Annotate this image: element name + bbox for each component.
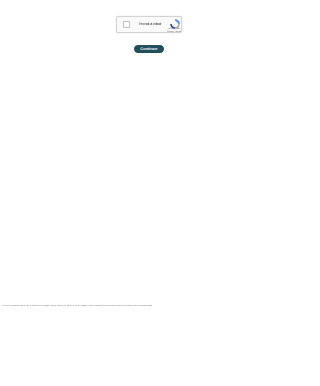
recaptcha-label: I'm not a robot (139, 22, 162, 26)
page: I'm not a robot reCAPTCHA Privacy - Term… (0, 0, 298, 386)
footer-note: This site is protected by reCAPTCHA and … (2, 305, 153, 307)
continue-button[interactable]: Continue (134, 45, 164, 53)
recaptcha-brand: reCAPTCHA Privacy - Terms (166, 28, 182, 33)
recaptcha-checkbox[interactable] (123, 21, 130, 28)
recaptcha-terms-link[interactable]: Privacy - Terms (166, 31, 182, 34)
recaptcha-widget: I'm not a robot reCAPTCHA Privacy - Term… (116, 16, 182, 33)
